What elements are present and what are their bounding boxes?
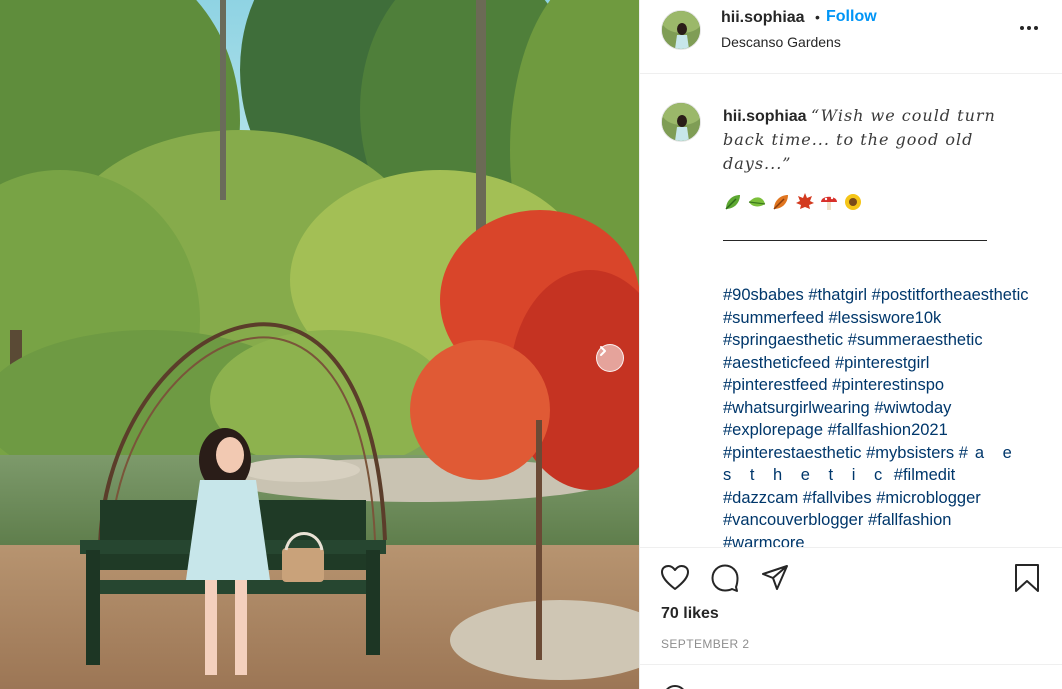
hashtag[interactable]: #postitfortheaesthetic [872,286,1029,304]
hashtag[interactable]: #fallfashion [868,511,951,529]
hashtag[interactable]: #dazzcam [723,489,798,507]
chevron-right-icon [600,346,606,356]
hashtag[interactable]: #pinterestinspo [832,376,944,394]
hashtag[interactable]: #thatgirl [808,286,867,304]
caption-emojis [723,192,863,212]
garden-scene-image [0,0,639,689]
hashtag[interactable]: #filmedit [894,466,955,484]
fallen-leaf-emoji [773,195,788,210]
emoji-picker-icon[interactable] [663,685,687,689]
heart-icon[interactable] [660,563,690,593]
hashtag[interactable]: #fallfashion2021 [828,421,948,439]
more-options-icon[interactable] [1017,16,1041,40]
comment-bubble-icon[interactable] [710,563,740,593]
mushroom-emoji [821,196,837,210]
add-comment-bar[interactable] [640,664,1062,689]
hashtag[interactable]: #springaesthetic [723,331,843,349]
hashtag-list: #90sbabes #thatgirl #postitfortheaesthet… [723,284,1033,547]
sunflower-emoji [845,194,861,210]
profile-picture [662,103,700,141]
follow-button[interactable]: Follow [826,8,877,26]
hashtag[interactable]: #pinterestgirl [835,354,929,372]
hashtag[interactable]: #lessiswore10k [828,309,941,327]
caption-text: hii.sophiaa “Wish we could turn back tim… [723,104,1023,176]
hashtag[interactable]: #pinterestaesthetic [723,444,862,462]
post-date: SEPTEMBER 2 [661,637,750,651]
avatar[interactable] [661,10,701,50]
bookmark-icon[interactable] [1012,563,1042,593]
hashtag[interactable]: #mybsisters [866,444,954,462]
profile-picture [662,11,700,49]
hashtag[interactable]: #aestheticfeed [723,354,830,372]
likes-count[interactable]: 70 likes [661,605,719,623]
caption-avatar[interactable] [661,102,701,142]
hashtag[interactable]: #pinterestfeed [723,376,828,394]
leaf-emoji [725,195,740,210]
comments-section[interactable]: hii.sophiaa “Wish we could turn back tim… [640,74,1062,547]
hashtag[interactable]: #90sbabes [723,286,804,304]
hashtag[interactable]: #summerfeed [723,309,824,327]
caption-divider-line [723,240,987,241]
herb-emoji [748,197,766,207]
hashtag[interactable]: #microblogger [876,489,981,507]
post-header: hii.sophiaa • Follow Descanso Gardens [640,0,1062,74]
location-link[interactable]: Descanso Gardens [721,34,841,50]
hashtag[interactable]: #explorepage [723,421,823,439]
hashtag[interactable]: #whatsurgirlwearing [723,399,870,417]
post-photo[interactable] [0,0,639,689]
post-actions: 70 likes SEPTEMBER 2 [640,547,1062,664]
hashtag[interactable]: #fallvibes [803,489,872,507]
separator-dot: • [815,9,820,25]
caption-username[interactable]: hii.sophiaa [723,108,807,125]
header-username[interactable]: hii.sophiaa [721,9,805,27]
hashtag[interactable]: #warmcore [723,534,805,548]
paper-plane-icon[interactable] [760,563,790,593]
post-details-panel: hii.sophiaa • Follow Descanso Gardens hi… [639,0,1062,689]
hashtag[interactable]: #summeraesthetic [848,331,983,349]
hashtag[interactable]: #vancouverblogger [723,511,863,529]
carousel-next-button[interactable] [596,344,624,372]
maple-leaf-emoji [796,193,814,209]
hashtag[interactable]: #wiwtoday [874,399,951,417]
